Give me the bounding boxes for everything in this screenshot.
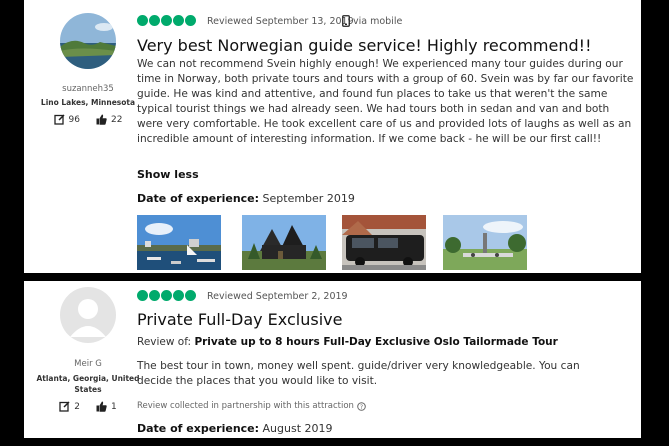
- review-title[interactable]: Very best Norwegian guide service! Highl…: [137, 36, 591, 55]
- reviewer-username[interactable]: suzanneh35: [24, 84, 152, 94]
- date-of-experience: Date of experience: September 2019: [137, 192, 355, 205]
- contributions-icon: [59, 401, 70, 412]
- review-card: suzanneh35 Lino Lakes, Minnesota 96 22 R…: [24, 0, 641, 273]
- rating-bubble: [173, 15, 184, 26]
- review-of-link[interactable]: Private up to 8 hours Full-Day Exclusive…: [194, 336, 557, 348]
- rating-bubble: [185, 15, 196, 26]
- collected-label: Review collected in partnership with thi…: [137, 401, 354, 411]
- park-photo[interactable]: [443, 215, 527, 270]
- rating-bubble: [149, 290, 160, 301]
- rating-bubbles: [137, 290, 196, 301]
- svg-text:?: ?: [360, 404, 363, 411]
- church-photo[interactable]: [242, 215, 326, 270]
- contributions-count: 2: [74, 401, 80, 412]
- collected-note: Review collected in partnership with thi…: [137, 401, 366, 411]
- reviewer-location: Atlanta, Georgia, United States: [36, 374, 140, 394]
- reviewer-username[interactable]: Meir G: [24, 359, 152, 369]
- rating-bubble: [161, 290, 172, 301]
- rating-bubble: [173, 290, 184, 301]
- rating-bubble: [149, 15, 160, 26]
- rating-bubble: [161, 15, 172, 26]
- date-of-experience-value: September 2019: [262, 192, 355, 205]
- review-body: We can not recommend Svein highly enough…: [137, 58, 634, 145]
- helpful-votes-count: 22: [111, 114, 123, 125]
- date-of-experience-value: August 2019: [262, 422, 333, 435]
- review-body: The best tour in town, money well spent.…: [137, 360, 580, 387]
- rating-bubble: [185, 290, 196, 301]
- via-mobile-label: via mobile: [353, 15, 403, 27]
- show-less-button[interactable]: Show less: [137, 168, 199, 181]
- review-date: Reviewed September 13, 2019: [207, 16, 354, 27]
- review-title[interactable]: Private Full-Day Exclusive: [137, 310, 342, 329]
- review-card: Meir G Atlanta, Georgia, United States 2…: [24, 281, 641, 438]
- date-of-experience-label: Date of experience:: [137, 192, 260, 205]
- rating-bubble: [137, 15, 148, 26]
- date-of-experience: Date of experience: August 2019: [137, 422, 333, 435]
- review-date: Reviewed September 2, 2019: [207, 291, 348, 302]
- avatar[interactable]: [60, 13, 116, 69]
- mobile-phone-icon: [342, 15, 350, 27]
- reviewer-stats: 96 22: [24, 114, 152, 125]
- contributions-count: 96: [68, 114, 80, 125]
- avatar[interactable]: [60, 287, 116, 343]
- reviewer-location: Lino Lakes, Minnesota: [40, 98, 136, 107]
- info-icon[interactable]: ?: [357, 401, 366, 411]
- thumbs-up-icon: [96, 401, 107, 412]
- thumbs-up-icon: [96, 114, 107, 125]
- date-of-experience-label: Date of experience:: [137, 422, 260, 435]
- reviewer-stats: 2 1: [24, 401, 152, 412]
- review-of: Review of: Private up to 8 hours Full-Da…: [137, 336, 558, 348]
- contributions-icon: [53, 114, 65, 125]
- rating-bubbles: [137, 15, 196, 26]
- van-photo[interactable]: [342, 215, 426, 270]
- review-of-label: Review of:: [137, 336, 192, 348]
- harbor-photo[interactable]: [137, 215, 221, 270]
- helpful-votes-count: 1: [111, 401, 117, 412]
- via-mobile: via mobile: [342, 15, 402, 27]
- rating-bubble: [137, 290, 148, 301]
